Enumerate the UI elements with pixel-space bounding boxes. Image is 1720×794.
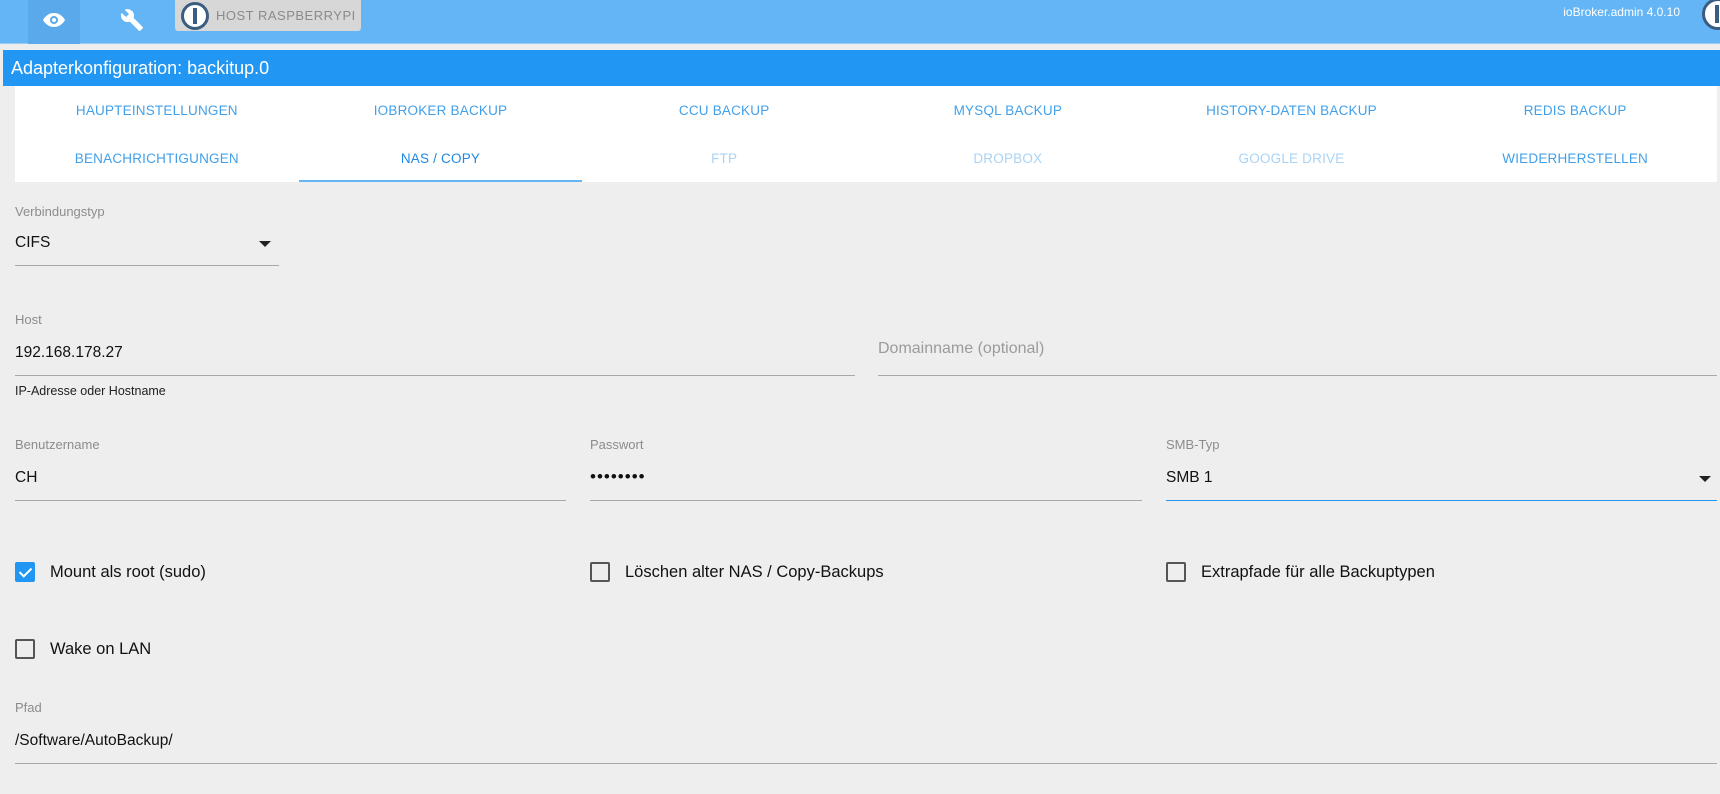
wrench-icon <box>120 8 144 37</box>
path-label: Pfad <box>15 700 42 715</box>
tab-bar: HAUPTEINSTELLUNGEN IOBROKER BACKUP CCU B… <box>15 86 1717 182</box>
checkbox-checked-icon[interactable] <box>15 562 35 582</box>
view-button[interactable] <box>28 0 80 44</box>
host-label: HOST RASPBERRYPI <box>216 8 356 23</box>
field-underline <box>590 500 1142 501</box>
delete-old-label: Löschen alter NAS / Copy-Backups <box>625 562 884 581</box>
username-label: Benutzername <box>15 437 100 452</box>
extra-paths-label: Extrapfade für alle Backuptypen <box>1201 562 1435 581</box>
host-selector[interactable]: HOST RASPBERRYPI <box>175 0 361 31</box>
field-underline <box>1166 500 1717 501</box>
field-underline <box>15 500 566 501</box>
field-underline <box>15 375 855 376</box>
domain-field[interactable]: Domainname (optional) <box>878 312 1717 378</box>
field-underline <box>878 375 1717 376</box>
chevron-down-icon <box>1699 476 1711 482</box>
connection-type-value: CIFS <box>15 234 51 251</box>
path-field[interactable]: Pfad /Software/AutoBackup/ <box>15 700 1717 766</box>
field-underline <box>15 265 279 266</box>
smb-type-value: SMB 1 <box>1166 469 1213 486</box>
tab-iobroker-backup[interactable]: IOBROKER BACKUP <box>299 86 583 134</box>
path-input[interactable]: /Software/AutoBackup/ <box>15 732 173 750</box>
tab-benachrichtigungen[interactable]: BENACHRICHTIGUNGEN <box>15 134 299 182</box>
top-app-bar: HOST RASPBERRYPI ioBroker.admin 4.0.10 <box>0 0 1720 44</box>
extra-paths-checkbox[interactable]: Extrapfade für alle Backuptypen <box>1166 562 1435 582</box>
tab-google-drive[interactable]: GOOGLE DRIVE <box>1150 134 1434 182</box>
connection-type-label: Verbindungstyp <box>15 204 105 219</box>
smb-type-select[interactable]: SMB-Typ SMB 1 <box>1166 437 1717 503</box>
connection-type-select[interactable]: Verbindungstyp CIFS <box>15 204 279 268</box>
iobroker-logo-icon[interactable] <box>1702 0 1720 30</box>
tab-ccu-backup[interactable]: CCU BACKUP <box>582 86 866 134</box>
tab-dropbox[interactable]: DROPBOX <box>866 134 1150 182</box>
domain-input[interactable]: Domainname (optional) <box>878 340 1044 358</box>
checkbox-unchecked-icon[interactable] <box>1166 562 1186 582</box>
admin-version: ioBroker.admin 4.0.10 <box>1563 5 1680 19</box>
password-label: Passwort <box>590 437 644 452</box>
field-underline <box>15 763 1717 764</box>
settings-button[interactable] <box>106 0 158 44</box>
mount-root-label: Mount als root (sudo) <box>50 562 206 581</box>
iobroker-logo-icon <box>181 1 209 30</box>
smb-type-label: SMB-Typ <box>1166 437 1220 452</box>
tab-haupteinstellungen[interactable]: HAUPTEINSTELLUNGEN <box>15 86 299 134</box>
tab-mysql-backup[interactable]: MYSQL BACKUP <box>866 86 1150 134</box>
checkbox-unchecked-icon[interactable] <box>15 639 35 659</box>
password-input[interactable]: •••••••• <box>590 467 646 487</box>
delete-old-checkbox[interactable]: Löschen alter NAS / Copy-Backups <box>590 562 884 582</box>
eye-icon <box>42 12 66 33</box>
chevron-down-icon <box>259 241 271 247</box>
host-helper-text: IP-Adresse oder Hostname <box>15 384 166 398</box>
tab-redis-backup[interactable]: REDIS BACKUP <box>1433 86 1717 134</box>
wake-on-lan-label: Wake on LAN <box>50 639 152 658</box>
host-label: Host <box>15 312 42 327</box>
host-input[interactable]: 192.168.178.27 <box>15 344 123 362</box>
password-field[interactable]: Passwort •••••••• <box>590 437 1142 503</box>
checkbox-unchecked-icon[interactable] <box>590 562 610 582</box>
host-field[interactable]: Host 192.168.178.27 IP-Adresse oder Host… <box>15 312 855 402</box>
tab-ftp[interactable]: FTP <box>582 134 866 182</box>
username-field[interactable]: Benutzername CH <box>15 437 566 503</box>
tab-wiederherstellen[interactable]: WIEDERHERSTELLEN <box>1433 134 1717 182</box>
username-input[interactable]: CH <box>15 469 37 487</box>
tab-nas-copy[interactable]: NAS / COPY <box>298 134 583 182</box>
dialog-title: Adapterkonfiguration: backitup.0 <box>3 50 1720 86</box>
tab-history-daten-backup[interactable]: HISTORY-DATEN BACKUP <box>1150 86 1434 134</box>
mount-root-checkbox[interactable]: Mount als root (sudo) <box>15 562 206 582</box>
wake-on-lan-checkbox[interactable]: Wake on LAN <box>15 639 151 659</box>
